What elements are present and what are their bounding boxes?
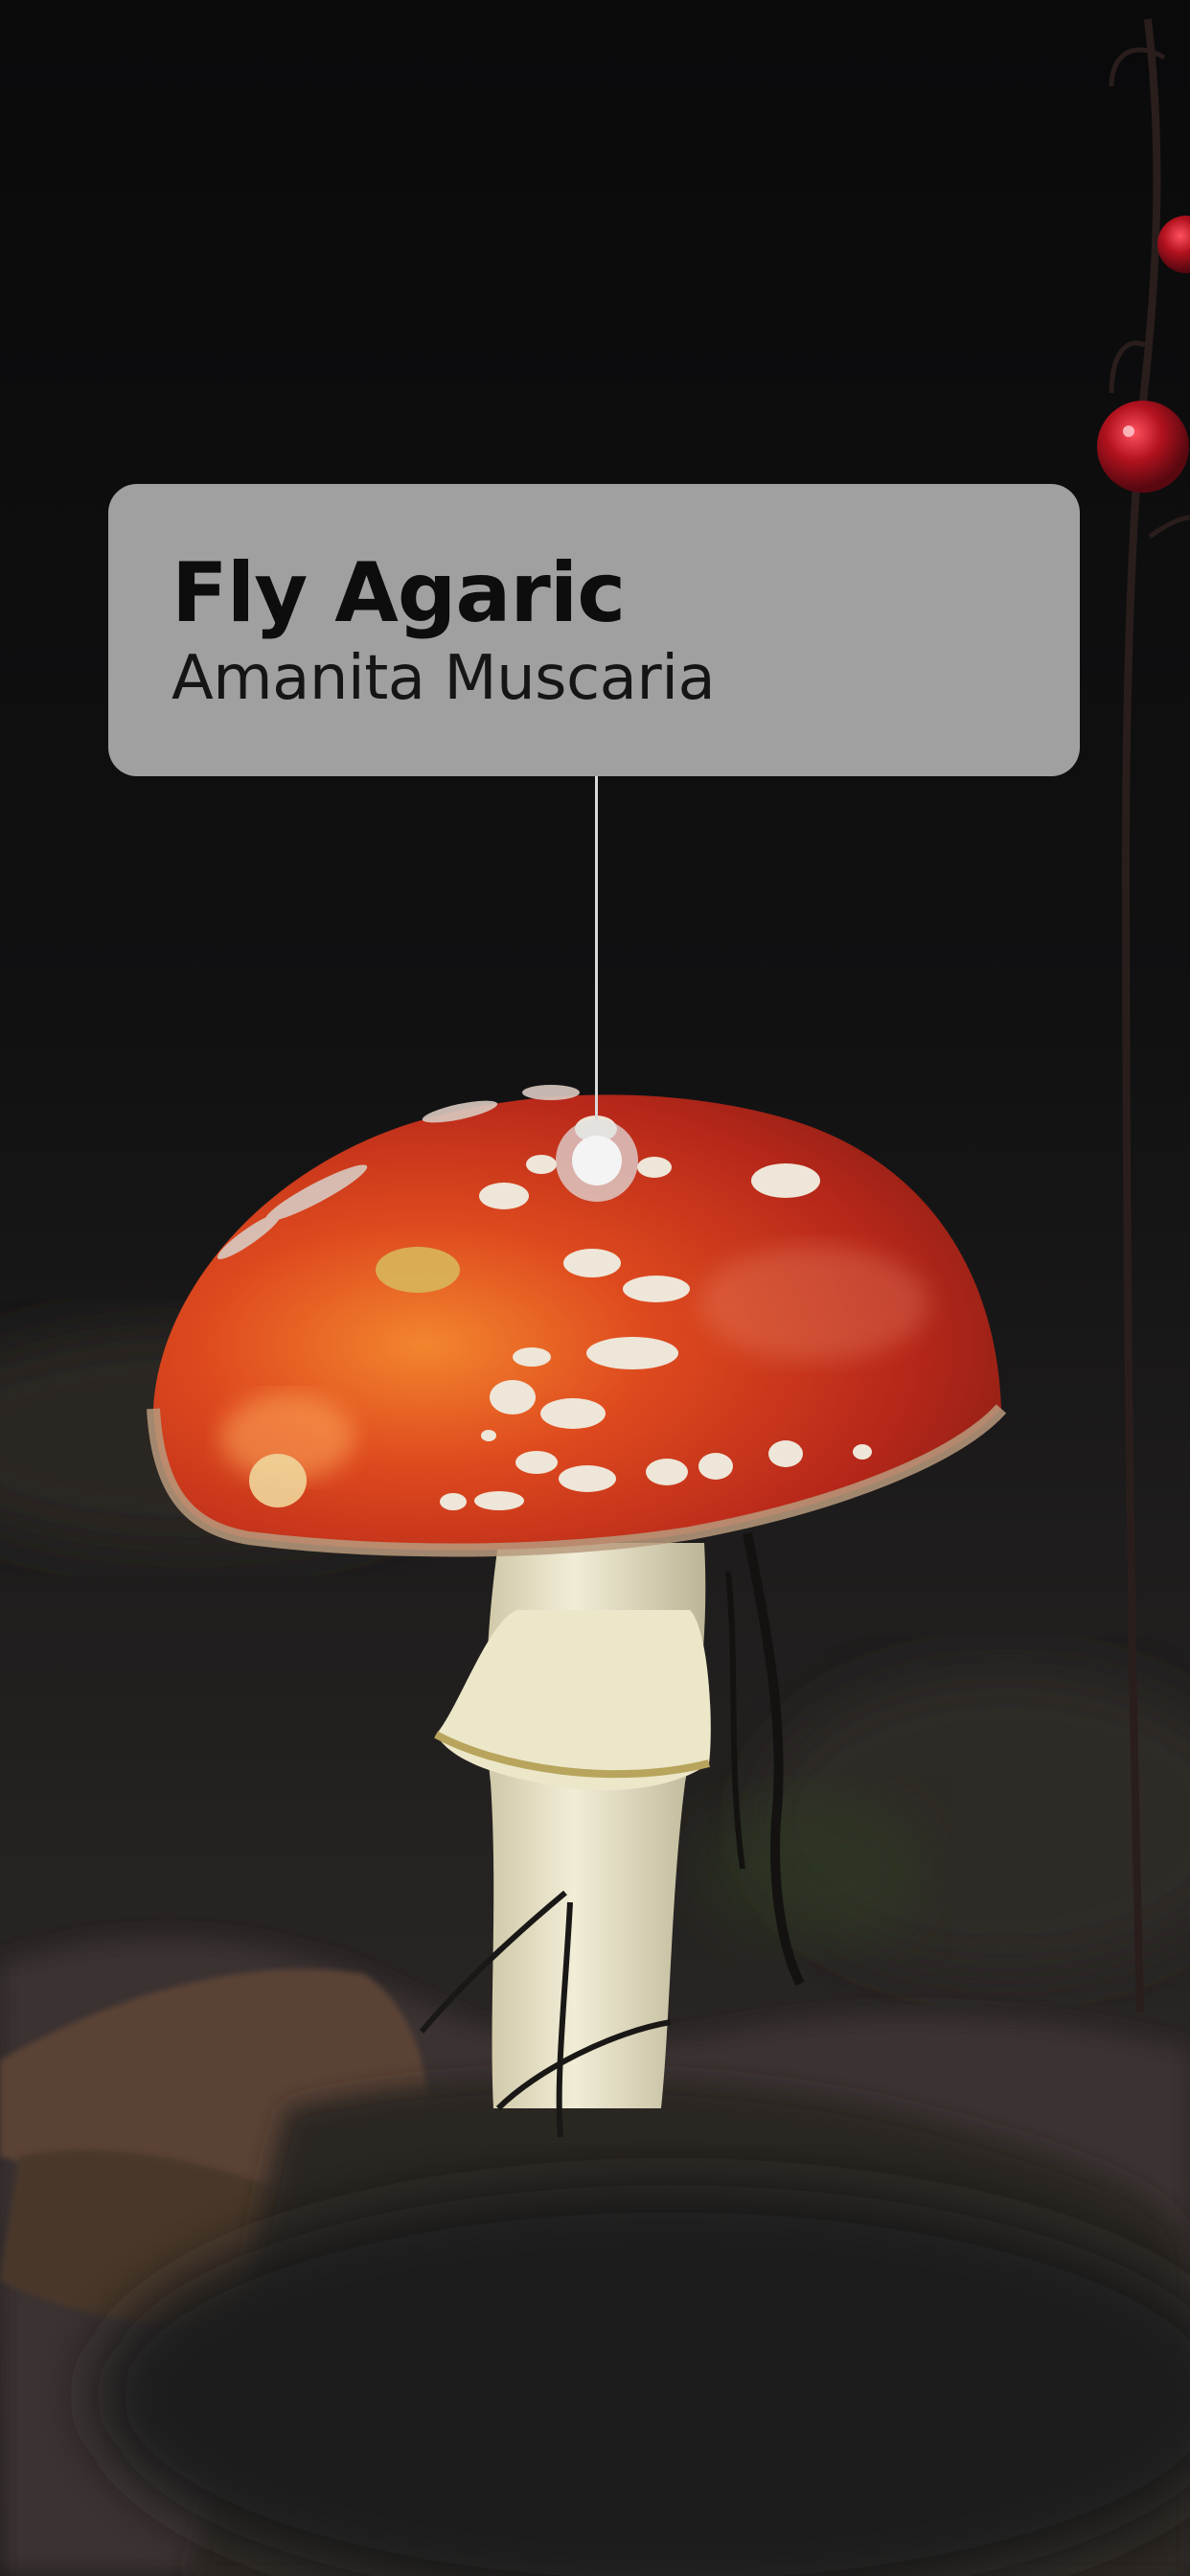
species-label-card[interactable]: Fly Agaric Amanita Muscaria [108,484,1080,776]
common-name: Fly Agaric [172,545,626,641]
hotspot-marker[interactable] [556,1119,638,1202]
scientific-name: Amanita Muscaria [172,643,716,714]
mushroom-photo [0,0,1190,2576]
callout-line [595,776,598,1121]
